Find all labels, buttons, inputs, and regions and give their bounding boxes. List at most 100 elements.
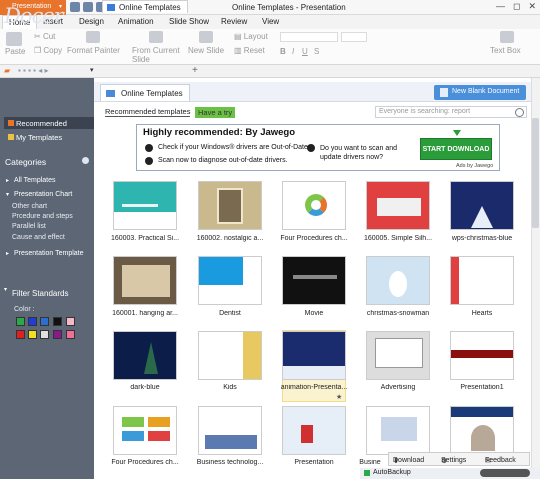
template-caption[interactable]: Movie	[274, 310, 354, 317]
template-caption[interactable]: Four Procedures ch...	[274, 235, 354, 242]
category-presentation-chart[interactable]: ▾ Presentation Chart	[2, 189, 92, 201]
template-thumbnail[interactable]	[113, 181, 177, 230]
text-box-button[interactable]: Text Box	[490, 46, 521, 55]
tab-animation[interactable]: Animation	[118, 17, 154, 26]
template-caption[interactable]: Hearts	[442, 310, 522, 317]
template-caption[interactable]: Presentation1	[442, 384, 522, 391]
color-swatch-purple[interactable]	[53, 330, 62, 339]
text-box-icon[interactable]	[500, 31, 514, 43]
template-thumbnail[interactable]	[282, 256, 346, 305]
bold-icon[interactable]: B	[280, 47, 286, 56]
from-current-slide-icon[interactable]	[149, 31, 163, 43]
new-tab-plus-icon[interactable]: +	[192, 65, 198, 76]
template-thumbnail[interactable]	[366, 331, 430, 380]
autobackup-label[interactable]: AutoBackup	[373, 469, 411, 476]
template-thumbnail[interactable]	[450, 406, 514, 455]
template-thumbnail[interactable]	[282, 181, 346, 230]
category-presentation-template[interactable]: ▸ Presentation Template	[2, 248, 92, 260]
underline-icon[interactable]: U	[302, 47, 308, 56]
subcategory-procedure-steps[interactable]: Prcedure and steps	[12, 213, 73, 220]
color-swatch-white[interactable]	[40, 330, 49, 339]
layout-button[interactable]: ▤ Layout	[234, 32, 268, 41]
doc-tab-online-templates[interactable]: Online Templates	[102, 0, 188, 13]
template-caption[interactable]: dark-blue	[105, 384, 185, 391]
zoom-controls[interactable]	[480, 469, 530, 477]
template-thumbnail[interactable]	[198, 181, 262, 230]
template-caption[interactable]: Kids	[190, 384, 270, 391]
save-icon[interactable]	[70, 2, 80, 12]
tab-list-chevron-icon[interactable]: ▾	[90, 66, 94, 74]
search-input[interactable]: Everyone is searching: report	[375, 106, 527, 118]
color-swatch-black[interactable]	[53, 317, 62, 326]
italic-icon[interactable]: I	[292, 47, 294, 56]
template-thumbnail[interactable]	[366, 181, 430, 230]
new-slide-button[interactable]: New Slide	[188, 46, 224, 55]
template-caption[interactable]: 160003. Practical Si...	[105, 235, 185, 242]
tab-view[interactable]: View	[262, 17, 279, 26]
template-thumbnail[interactable]	[198, 331, 262, 380]
paste-button[interactable]: Paste	[5, 47, 25, 56]
template-thumbnail[interactable]	[282, 331, 346, 380]
search-icon[interactable]	[515, 108, 524, 117]
color-swatch-blue[interactable]	[28, 317, 37, 326]
color-swatch-red[interactable]	[16, 330, 25, 339]
subcategory-other-chart[interactable]: Other chart	[12, 203, 47, 210]
paste-icon[interactable]	[6, 32, 22, 46]
tab-slide-show[interactable]: Slide Show	[169, 17, 209, 26]
template-caption[interactable]: Four Procedures ch...	[105, 459, 185, 466]
start-download-button[interactable]: START DOWNLOAD	[420, 138, 492, 160]
template-thumbnail[interactable]	[450, 181, 514, 230]
maximize-button[interactable]: ◻	[513, 1, 520, 12]
new-slide-icon[interactable]	[199, 31, 213, 43]
template-thumbnail[interactable]	[198, 406, 262, 455]
sidebar-item-my-templates[interactable]: My Templates	[4, 131, 94, 143]
content-tab-online-templates[interactable]: Online Templates	[100, 84, 190, 101]
template-caption[interactable]: wps-christmas-blue	[442, 235, 522, 242]
sidebar-item-recommended[interactable]: Recommended	[4, 117, 94, 129]
folder-icon[interactable]: ▰	[4, 66, 10, 75]
star-icon[interactable]: ★	[336, 393, 342, 401]
template-caption[interactable]: 160002. nostalgic a...	[190, 235, 270, 242]
tab-design[interactable]: Design	[79, 17, 104, 26]
reset-button[interactable]: ▥ Reset	[234, 46, 265, 55]
color-swatch-pink[interactable]	[66, 317, 75, 326]
color-swatch-yellow[interactable]	[28, 330, 37, 339]
color-swatch-light-blue[interactable]	[40, 317, 49, 326]
template-thumbnail[interactable]	[366, 406, 430, 455]
add-category-icon[interactable]	[82, 157, 89, 164]
subcategory-parallel-list[interactable]: Parallel list	[12, 223, 46, 230]
format-painter-icon[interactable]	[86, 31, 100, 43]
template-thumbnail[interactable]	[366, 256, 430, 305]
template-thumbnail[interactable]	[198, 256, 262, 305]
template-thumbnail[interactable]	[113, 406, 177, 455]
template-caption[interactable]: 160001. hanging ar...	[105, 310, 185, 317]
font-size-select[interactable]	[341, 32, 367, 42]
color-swatch-multi[interactable]	[66, 330, 75, 339]
cut-button[interactable]: ✂ Cut	[34, 32, 55, 41]
color-swatch-green[interactable]	[16, 317, 25, 326]
minimize-button[interactable]: —	[496, 1, 505, 12]
close-button[interactable]: ✕	[528, 1, 536, 12]
template-caption[interactable]: animation-Presenta...	[274, 384, 354, 391]
template-thumbnail[interactable]	[450, 256, 514, 305]
template-caption[interactable]: christmas-snowman	[358, 310, 438, 317]
template-caption[interactable]: Advertising	[358, 384, 438, 391]
template-thumbnail[interactable]	[113, 331, 177, 380]
template-caption[interactable]: 160005. Simple Silh...	[358, 235, 438, 242]
template-thumbnail[interactable]	[450, 331, 514, 380]
tab-recommended-templates[interactable]: Recommended templates	[105, 107, 191, 117]
template-caption[interactable]: Dentist	[190, 310, 270, 317]
tab-have-a-try[interactable]: Have a try	[195, 107, 236, 118]
category-all-templates[interactable]: ▸ All Templates	[2, 175, 92, 187]
strikethrough-icon[interactable]: S	[314, 47, 319, 56]
tab-review[interactable]: Review	[221, 17, 247, 26]
template-caption[interactable]: Business technolog...	[190, 459, 270, 466]
template-thumbnail[interactable]	[282, 406, 346, 455]
new-blank-document-button[interactable]: New Blank Document	[434, 85, 526, 100]
subcategory-cause-effect[interactable]: Cause and effect	[12, 234, 65, 241]
scrollbar-thumb[interactable]	[532, 118, 539, 228]
copy-button[interactable]: ❐ Copy	[34, 46, 62, 55]
format-painter-button[interactable]: Format Painter	[67, 46, 120, 55]
undo-icon[interactable]	[83, 2, 93, 12]
font-name-select[interactable]	[280, 32, 338, 42]
